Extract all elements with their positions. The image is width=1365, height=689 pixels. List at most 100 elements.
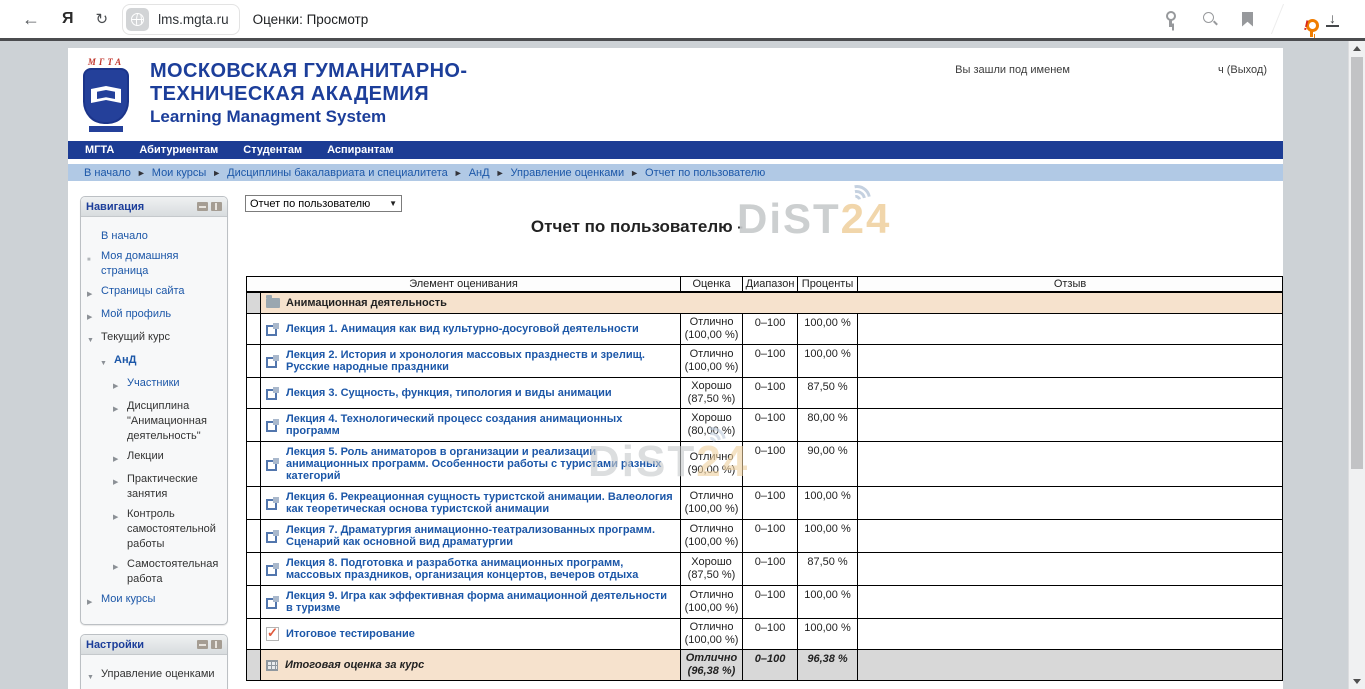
browser-back-icon[interactable]: ← <box>22 9 40 30</box>
grade-item-link[interactable]: Лекция 5. Роль аниматоров в организации … <box>286 446 676 482</box>
breadcrumb-link[interactable]: Дисциплины бакалавриата и специалитета <box>227 167 448 179</box>
grade-item-link[interactable]: Лекция 9. Игра как эффективная форма ани… <box>286 590 676 614</box>
total-label: Итоговая оценка за курс <box>285 659 424 671</box>
row-indent-cell <box>247 520 261 553</box>
sidebar-item-label: Мои курсы <box>101 592 155 607</box>
scrollbar-thumb[interactable] <box>1351 57 1363 469</box>
sidebar-item[interactable]: ▶Мои курсы <box>85 592 223 610</box>
sidebar-item[interactable]: ■Моя домашняя страница <box>85 249 223 279</box>
sidebar-item: ▶Дисциплина "Анимационная деятельность" <box>85 399 223 444</box>
settings-block-title: Настройки <box>86 639 144 651</box>
block-dock-icon[interactable] <box>211 202 222 211</box>
total-grade-cell: Отлично(96,38 %) <box>681 650 743 681</box>
url-text[interactable]: lms.mgta.ru <box>158 12 229 27</box>
lesson-icon <box>266 530 279 543</box>
lesson-icon <box>266 458 279 471</box>
category-row: Анимационная деятельность <box>247 292 1283 314</box>
sidebar-item[interactable]: В начало <box>85 229 223 244</box>
grade-item-link[interactable]: Лекция 1. Анимация как вид культурно-дос… <box>286 323 639 335</box>
globe-icon <box>131 13 144 26</box>
grade-cell: Отлично(90,00 %) <box>681 442 743 487</box>
breadcrumb-link[interactable]: В начало <box>84 167 131 179</box>
percent-cell: 100,00 % <box>798 487 858 520</box>
sidebar-item[interactable]: ▶Участники <box>85 376 223 394</box>
grade-item-link[interactable]: Итоговое тестирование <box>286 628 415 640</box>
row-indent-cell <box>247 586 261 619</box>
breadcrumb-link[interactable]: АнД <box>469 167 490 179</box>
scroll-down-icon[interactable] <box>1349 674 1365 689</box>
site-favicon <box>126 8 149 31</box>
percent-cell: 100,00 % <box>798 345 858 378</box>
nav-item[interactable]: Абитуриентам <box>139 144 218 156</box>
breadcrumb-separator-icon: ► <box>630 168 639 178</box>
feedback-cell <box>858 520 1283 553</box>
find-on-page-icon[interactable] <box>1202 11 1218 27</box>
lesson-icon <box>266 387 279 400</box>
breadcrumb: В начало ► Мои курсы ► Дисциплины бакалавриа… <box>68 164 1283 181</box>
report-type-select[interactable]: Отчет по пользователю ▼ <box>245 195 402 212</box>
yandex-browser-logo[interactable]: Я <box>62 10 74 28</box>
item-name-cell: Лекция 1. Анимация как вид культурно-дос… <box>261 314 681 345</box>
login-info: Вы зашли под именемч (Выход) <box>955 64 1267 76</box>
column-header-grade: Оценка <box>681 277 743 292</box>
lesson-icon <box>266 355 279 368</box>
block-collapse-icon[interactable] <box>197 202 208 211</box>
nav-item[interactable]: Аспирантам <box>327 144 393 156</box>
grade-item-link[interactable]: Лекция 2. История и хронология массовых … <box>286 349 676 373</box>
nav-item[interactable]: МГТА <box>85 144 114 156</box>
row-indent-cell <box>247 409 261 442</box>
feedback-cell <box>858 442 1283 487</box>
bookmark-icon[interactable] <box>1242 12 1253 27</box>
grade-report-table: Элемент оценивания Оценка Диапазон Проце… <box>246 276 1283 681</box>
academy-logo[interactable]: МГТА <box>75 57 137 137</box>
grade-cell: Отлично(100,00 %) <box>681 345 743 378</box>
password-manager-icon[interactable] <box>1163 11 1178 27</box>
grade-item-link[interactable]: Лекция 4. Технологический процесс создан… <box>286 413 676 437</box>
address-bar[interactable]: lms.mgta.ru <box>122 4 240 35</box>
logo-shield-icon <box>83 68 129 124</box>
browser-refresh-icon[interactable]: ↻ <box>96 10 109 28</box>
row-indent-cell <box>247 553 261 586</box>
grade-item-link[interactable]: Лекция 3. Сущность, функция, типология и… <box>286 387 612 399</box>
range-cell: 0–100 <box>743 378 798 409</box>
block-collapse-icon[interactable] <box>197 640 208 649</box>
vertical-scrollbar[interactable] <box>1348 41 1365 689</box>
sidebar-item[interactable]: ▶Страницы сайта <box>85 284 223 302</box>
range-cell: 0–100 <box>743 619 798 650</box>
lesson-icon <box>266 323 279 336</box>
lesson-icon <box>266 497 279 510</box>
scroll-up-icon[interactable] <box>1349 41 1365 56</box>
grade-item-link[interactable]: Лекция 7. Драматургия анимационно-театра… <box>286 524 676 548</box>
row-indent-cell <box>247 442 261 487</box>
feedback-cell <box>858 409 1283 442</box>
sidebar-item[interactable]: ▼АнД <box>85 353 223 371</box>
navigation-block-header: Навигация <box>81 197 227 217</box>
grade-item-link[interactable]: Лекция 8. Подготовка и разработка анимац… <box>286 557 676 581</box>
sidebar-item: ▶Самостоятельная работа <box>85 557 223 587</box>
grade-item-link[interactable]: Лекция 6. Рекреационная сущность туристс… <box>286 491 676 515</box>
breadcrumb-separator-icon: ► <box>137 168 146 178</box>
range-cell: 0–100 <box>743 314 798 345</box>
tree-collapsed-icon: ▶ <box>113 472 127 490</box>
downloads-icon[interactable]: ↓ <box>1326 12 1339 27</box>
breadcrumb-link[interactable]: Отчет по пользователю <box>645 167 765 179</box>
site-content: МГТА МОСКОВСКАЯ ГУМАНИТАРНО- ТЕХНИЧЕСКАЯ… <box>68 48 1283 689</box>
percent-cell: 87,50 % <box>798 553 858 586</box>
block-dock-icon[interactable] <box>211 640 222 649</box>
site-title-line1: МОСКОВСКАЯ ГУМАНИТАРНО- <box>150 60 467 83</box>
feedback-cell <box>858 619 1283 650</box>
feedback-cell <box>858 314 1283 345</box>
breadcrumb-link[interactable]: Мои курсы <box>152 167 206 179</box>
grade-cell: Хорошо(87,50 %) <box>681 553 743 586</box>
sidebar-item: ▶Практические занятия <box>85 472 223 502</box>
total-name-cell: Итоговая оценка за курс <box>261 650 681 681</box>
range-cell: 0–100 <box>743 520 798 553</box>
logout-link[interactable]: (Выход) <box>1227 64 1267 76</box>
login-name-tail: ч <box>1218 64 1224 76</box>
table-row: Лекция 1. Анимация как вид культурно-дос… <box>247 314 1283 345</box>
nav-item[interactable]: Студентам <box>243 144 302 156</box>
sidebar-item-label: Участники <box>127 376 180 391</box>
sidebar-item[interactable]: ▶Мой профиль <box>85 307 223 325</box>
percent-cell: 100,00 % <box>798 520 858 553</box>
breadcrumb-link[interactable]: Управление оценками <box>511 167 625 179</box>
